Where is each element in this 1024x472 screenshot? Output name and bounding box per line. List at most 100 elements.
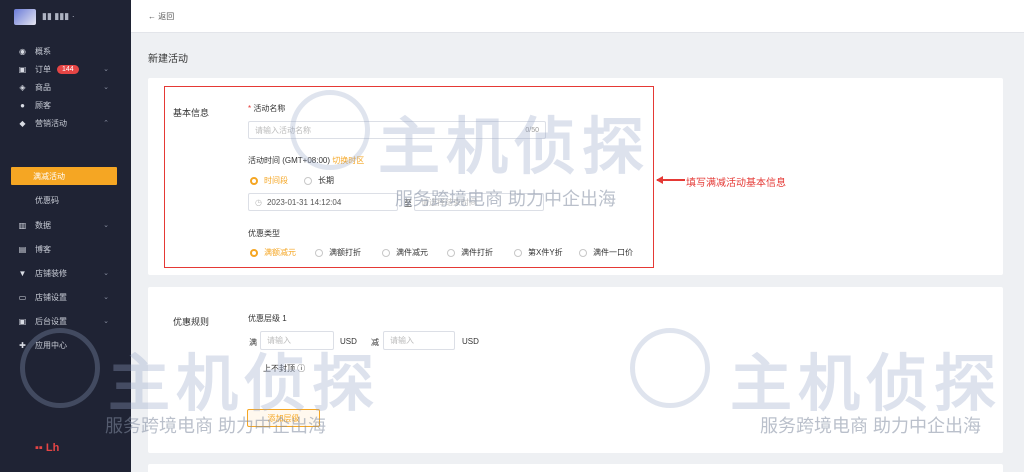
sidebar-item-products[interactable]: ◈ 商品 ⌄: [0, 78, 131, 96]
footer-logo: ▪▪ Lh: [35, 442, 59, 454]
activity-name-label: * 活动名称: [248, 104, 286, 113]
sidebar-item-label: 概系: [35, 46, 51, 56]
chart-icon: ▥: [18, 220, 27, 230]
radio-dot: [304, 176, 312, 185]
order-icon: ▣: [18, 64, 27, 74]
chevron-down-icon: ⌄: [103, 318, 109, 325]
type-radio-5[interactable]: 第X件Y折: [514, 247, 563, 258]
radio-dot: [514, 248, 522, 257]
usd-unit-1: USD: [340, 337, 357, 346]
sidebar-item-overview[interactable]: ◉ 概系: [0, 42, 131, 60]
chevron-up-icon: ⌃: [103, 120, 109, 127]
sidebar-item-label: 店铺设置: [35, 292, 67, 302]
sidebar-item-orders[interactable]: ▣ 订单 144 ⌄: [0, 60, 131, 78]
next-card: [148, 464, 1003, 472]
threshold-placeholder: 请输入: [267, 336, 291, 345]
basic-info-section-title: 基本信息: [173, 108, 210, 118]
minus-label: 减: [371, 338, 379, 347]
topbar: ← 返回: [131, 0, 1024, 33]
radio-dot: [315, 248, 323, 257]
threshold-input[interactable]: 请输入: [260, 331, 334, 350]
sidebar-item-label: 店铺装修: [35, 268, 67, 278]
radio-dot: [447, 248, 455, 257]
dashboard-icon: ◉: [19, 46, 26, 56]
start-time-value: 2023-01-31 14:12:04: [266, 197, 342, 207]
marketing-icon: ◆: [19, 118, 26, 128]
chevron-down-icon: ⌄: [103, 84, 109, 91]
add-tier-button[interactable]: 添加层级: [247, 409, 320, 427]
brand-logo-icon: [14, 8, 36, 25]
full-label: 满: [249, 338, 257, 347]
sidebar-item-label: 优惠码: [35, 195, 59, 205]
radio-label: 时间段: [264, 176, 288, 185]
usd-unit-2: USD: [462, 337, 479, 346]
discount-input[interactable]: 请输入: [383, 331, 455, 350]
chevron-down-icon: ⌄: [103, 222, 109, 229]
watermark-logo-icon: [20, 328, 100, 408]
radio-label: 长期: [318, 176, 334, 185]
chevron-down-icon: ⌄: [103, 66, 109, 73]
chevron-down-icon: ⌄: [103, 270, 109, 277]
brand-name: ▮▮ ▮▮▮ ·: [42, 11, 75, 21]
sidebar-item-blog[interactable]: ▤ 博客: [0, 240, 131, 258]
start-time-input[interactable]: ◷ 2023-01-31 14:12:04: [248, 193, 398, 211]
sidebar-item-data[interactable]: ▥ 数据 ⌄: [0, 216, 131, 234]
radio-label: 满件打折: [461, 248, 493, 257]
rules-section-title: 优惠规则: [173, 317, 210, 327]
product-icon: ◈: [19, 82, 26, 92]
sidebar-item-decoration[interactable]: ▼ 店铺装修 ⌄: [0, 264, 131, 282]
annotation-arrow: [656, 176, 685, 183]
sidebar-item-label: 订单: [35, 64, 51, 74]
brush-icon: ▼: [18, 268, 27, 278]
brand-logo[interactable]: ▮▮ ▮▮▮ ·: [0, 0, 131, 33]
sidebar-item-store-settings[interactable]: ▭ 店铺设置 ⌄: [0, 288, 131, 306]
sidebar-item-label: 满减活动: [33, 171, 65, 181]
type-radio-6[interactable]: 满件一口价: [579, 247, 633, 258]
chevron-down-icon: ⌄: [103, 294, 109, 301]
sidebar-item-label: 营销活动: [35, 118, 67, 128]
watermark-logo-icon: [630, 328, 710, 408]
clock-icon: ◷: [255, 197, 262, 207]
radio-dot: [250, 248, 258, 257]
sidebar-item-marketing[interactable]: ◆ 营销活动 ⌃: [0, 114, 131, 132]
discount-type-label: 优惠类型: [248, 229, 280, 238]
type-radio-1[interactable]: 满额减元: [250, 247, 296, 258]
watermark-logo-icon: [290, 90, 370, 170]
type-radio-2[interactable]: 满额打折: [315, 247, 361, 258]
radio-dot: [250, 176, 258, 185]
discount-placeholder: 请输入: [390, 336, 414, 345]
back-link[interactable]: ← 返回: [148, 11, 174, 22]
sidebar-item-label: 数据: [35, 220, 51, 230]
radio-label: 满件一口价: [593, 248, 633, 257]
sidebar-item-full-reduction[interactable]: 满减活动: [11, 167, 117, 185]
page-title: 新建活动: [148, 54, 188, 65]
radio-label: 第X件Y折: [528, 248, 563, 257]
sidebar-item-coupon[interactable]: 优惠码: [0, 191, 131, 209]
customer-icon: ●: [20, 100, 25, 110]
radio-label: 满额减元: [264, 248, 296, 257]
activity-name-label-text: 活动名称: [253, 104, 286, 113]
type-radio-3[interactable]: 满件减元: [382, 247, 428, 258]
sidebar-item-label: 后台设置: [35, 316, 67, 326]
long-term-radio[interactable]: 长期: [304, 175, 334, 186]
settings-icon: ▣: [18, 316, 27, 326]
store-icon: ▭: [18, 292, 27, 302]
blog-icon: ▤: [18, 244, 27, 254]
to-label: 至: [404, 199, 412, 208]
radio-label: 满额打折: [329, 248, 361, 257]
sidebar-item-customers[interactable]: ● 顾客: [0, 96, 131, 114]
end-time-placeholder: 请选择结束时间: [421, 197, 477, 207]
sidebar-item-admin-settings[interactable]: ▣ 后台设置 ⌄: [0, 312, 131, 330]
app-root: ▮▮ ▮▮▮ · ◉ 概系 ▣ 订单 144 ⌄ ◈ 商品 ⌄ ● 顾客 ◆ 营销活动 ⌃ 满减活…: [0, 0, 1024, 472]
no-cap-label: 上不封顶: [263, 364, 295, 373]
footer-logo-text: ▪▪ Lh: [35, 442, 60, 454]
sidebar-item-label: 博客: [35, 244, 51, 254]
no-cap-checkbox[interactable]: 上不封顶 ⓘ: [263, 363, 305, 374]
tier-label: 优惠层级 1: [248, 314, 287, 323]
sidebar-item-label: 商品: [35, 82, 51, 92]
type-radio-4[interactable]: 满件打折: [447, 247, 493, 258]
time-period-radio[interactable]: 时间段: [250, 175, 288, 186]
highlight-box: [164, 86, 654, 268]
end-time-input[interactable]: 请选择结束时间: [414, 193, 544, 211]
radio-label: 满件减元: [396, 248, 428, 257]
